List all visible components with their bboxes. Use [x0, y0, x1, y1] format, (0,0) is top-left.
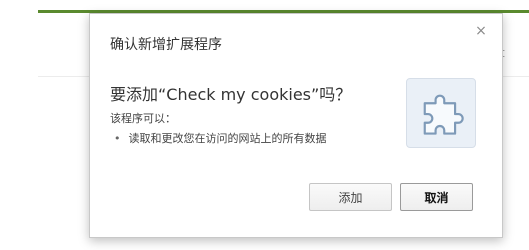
confirm-extension-dialog: 确认新增扩展程序 × 要添加“Check my cookies”吗？ 该程序可以…: [89, 13, 503, 238]
puzzle-piece-icon: [406, 78, 476, 148]
add-extension-question: 要添加“Check my cookies”吗？: [110, 85, 352, 104]
permission-item: 读取和更改您在访问的网站上的所有数据: [110, 130, 327, 146]
cancel-button[interactable]: 取消: [400, 183, 473, 211]
permissions-list: 读取和更改您在访问的网站上的所有数据: [110, 130, 327, 146]
add-button[interactable]: 添加: [309, 183, 392, 211]
dialog-title: 确认新增扩展程序: [110, 37, 222, 53]
puzzle-piece-glyph: [423, 94, 464, 135]
permissions-heading: 该程序可以：: [110, 112, 176, 125]
close-icon[interactable]: ×: [474, 24, 488, 38]
